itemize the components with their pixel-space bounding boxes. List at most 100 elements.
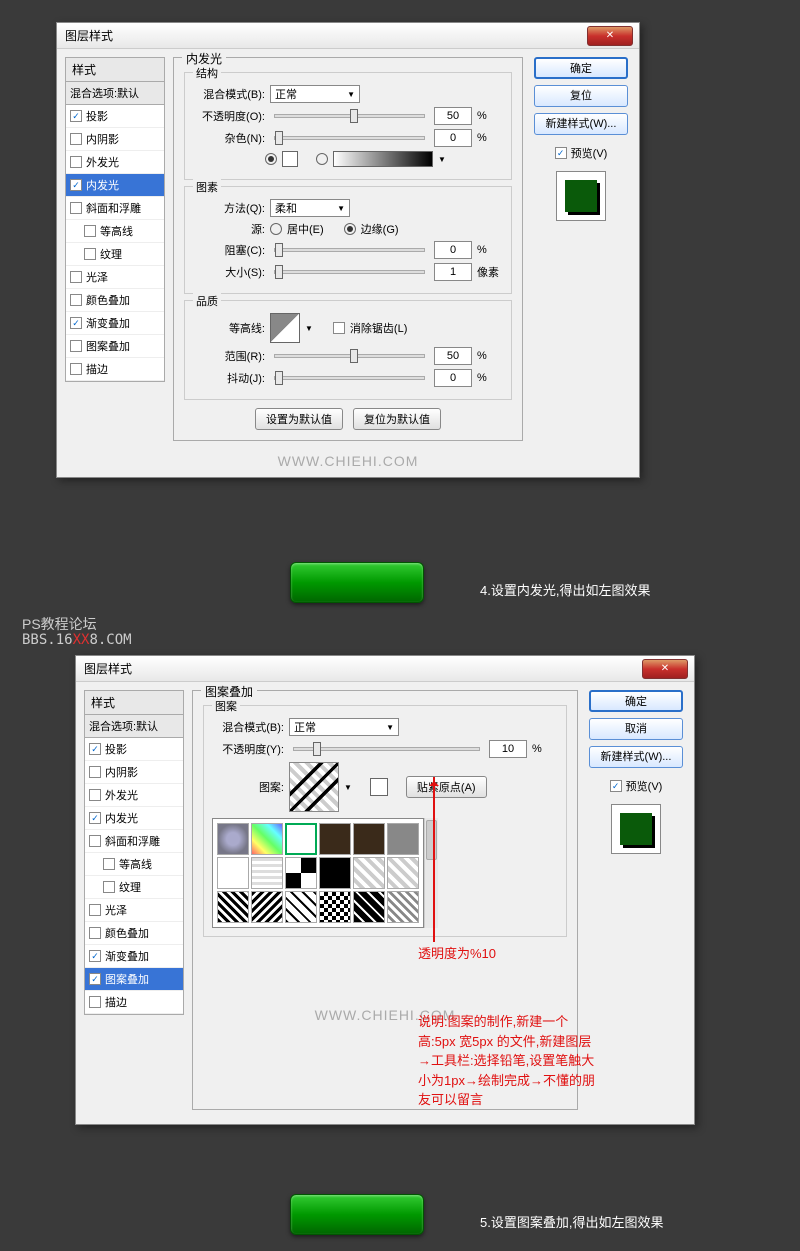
pattern-cell[interactable] [217,891,249,923]
styles-header[interactable]: 样式 [65,57,165,82]
style-checkbox[interactable]: ✓ [89,950,101,962]
contour-dropdown-icon[interactable]: ▼ [305,324,313,333]
pattern-cell[interactable] [251,823,283,855]
pattern-preview[interactable] [289,762,339,812]
opacity-slider[interactable] [293,747,480,751]
titlebar[interactable]: 图层样式 ✕ [76,656,694,682]
jitter-input[interactable]: 0 [434,369,472,387]
pattern-cell[interactable] [285,823,317,855]
blend-mode-select[interactable]: 正常▼ [270,85,360,103]
pattern-cell[interactable] [251,857,283,889]
style-checkbox[interactable] [84,248,96,260]
pattern-cell[interactable] [387,823,419,855]
style-checkbox[interactable] [70,271,82,283]
pattern-cell[interactable] [285,891,317,923]
jitter-slider[interactable] [274,376,425,380]
style-checkbox[interactable] [89,789,101,801]
contour-picker[interactable] [270,313,300,343]
pattern-cell[interactable] [217,823,249,855]
style-checkbox[interactable] [70,133,82,145]
range-input[interactable]: 50 [434,347,472,365]
range-slider[interactable] [274,354,425,358]
gradient-swatch[interactable] [333,151,433,167]
pattern-cell[interactable] [387,857,419,889]
new-style-button[interactable]: 新建样式(W)... [589,746,683,768]
style-item-外发光[interactable]: 外发光 [66,151,164,174]
blend-options-header[interactable]: 混合选项:默认 [65,82,165,105]
style-checkbox[interactable] [84,225,96,237]
gradient-dropdown-icon[interactable]: ▼ [438,155,446,164]
style-checkbox[interactable] [70,156,82,168]
cancel-button[interactable]: 取消 [589,718,683,740]
style-checkbox[interactable]: ✓ [70,110,82,122]
style-item-颜色叠加[interactable]: 颜色叠加 [66,289,164,312]
noise-slider[interactable] [274,136,425,140]
style-checkbox[interactable]: ✓ [89,812,101,824]
style-item-内阴影[interactable]: 内阴影 [85,761,183,784]
pattern-cell[interactable] [251,891,283,923]
preview-checkbox[interactable]: ✓ [610,780,622,792]
noise-input[interactable]: 0 [434,129,472,147]
style-item-纹理[interactable]: 纹理 [85,876,183,899]
antialias-checkbox[interactable] [333,322,345,334]
new-preset-icon[interactable] [370,778,388,796]
pattern-picker-grid[interactable] [212,818,424,928]
style-item-描边[interactable]: 描边 [85,991,183,1014]
pattern-cell[interactable] [353,891,385,923]
style-item-内阴影[interactable]: 内阴影 [66,128,164,151]
ok-button[interactable]: 确定 [589,690,683,712]
ok-button[interactable]: 确定 [534,57,628,79]
snap-origin-button[interactable]: 贴紧原点(A) [406,776,487,798]
preview-checkbox[interactable]: ✓ [555,147,567,159]
style-item-等高线[interactable]: 等高线 [66,220,164,243]
pattern-cell[interactable] [319,857,351,889]
style-item-图案叠加[interactable]: ✓图案叠加 [85,968,183,991]
new-style-button[interactable]: 新建样式(W)... [534,113,628,135]
source-edge-radio[interactable] [344,223,356,235]
color-swatch[interactable] [282,151,298,167]
style-item-纹理[interactable]: 纹理 [66,243,164,266]
pattern-cell[interactable] [353,857,385,889]
set-default-button[interactable]: 设置为默认值 [255,408,343,430]
style-item-描边[interactable]: 描边 [66,358,164,381]
style-checkbox[interactable] [70,202,82,214]
pattern-cell[interactable] [387,891,419,923]
size-slider[interactable] [274,270,425,274]
method-select[interactable]: 柔和▼ [270,199,350,217]
size-input[interactable]: 1 [434,263,472,281]
reset-default-button[interactable]: 复位为默认值 [353,408,441,430]
style-checkbox[interactable]: ✓ [89,973,101,985]
style-item-外发光[interactable]: 外发光 [85,784,183,807]
style-checkbox[interactable] [89,766,101,778]
color-radio[interactable] [265,153,277,165]
choke-slider[interactable] [274,248,425,252]
style-item-渐变叠加[interactable]: ✓渐变叠加 [66,312,164,335]
style-item-渐变叠加[interactable]: ✓渐变叠加 [85,945,183,968]
style-checkbox[interactable] [103,881,115,893]
source-center-radio[interactable] [270,223,282,235]
style-checkbox[interactable] [70,363,82,375]
style-item-光泽[interactable]: 光泽 [66,266,164,289]
blend-mode-select[interactable]: 正常▼ [289,718,399,736]
style-checkbox[interactable] [89,927,101,939]
close-button[interactable]: ✕ [642,659,688,679]
style-checkbox[interactable]: ✓ [70,317,82,329]
style-item-斜面和浮雕[interactable]: 斜面和浮雕 [66,197,164,220]
style-item-等高线[interactable]: 等高线 [85,853,183,876]
styles-header[interactable]: 样式 [84,690,184,715]
style-item-图案叠加[interactable]: 图案叠加 [66,335,164,358]
style-checkbox[interactable] [70,340,82,352]
style-item-投影[interactable]: ✓投影 [66,105,164,128]
pattern-cell[interactable] [285,857,317,889]
style-checkbox[interactable] [89,835,101,847]
pattern-cell[interactable] [353,823,385,855]
pattern-dropdown-icon[interactable]: ▼ [344,783,352,792]
pattern-cell[interactable] [319,823,351,855]
style-item-内发光[interactable]: ✓内发光 [66,174,164,197]
style-checkbox[interactable] [89,904,101,916]
pattern-scrollbar[interactable] [424,818,438,928]
blend-options-header[interactable]: 混合选项:默认 [84,715,184,738]
style-checkbox[interactable]: ✓ [89,743,101,755]
style-item-内发光[interactable]: ✓内发光 [85,807,183,830]
opacity-input[interactable]: 50 [434,107,472,125]
